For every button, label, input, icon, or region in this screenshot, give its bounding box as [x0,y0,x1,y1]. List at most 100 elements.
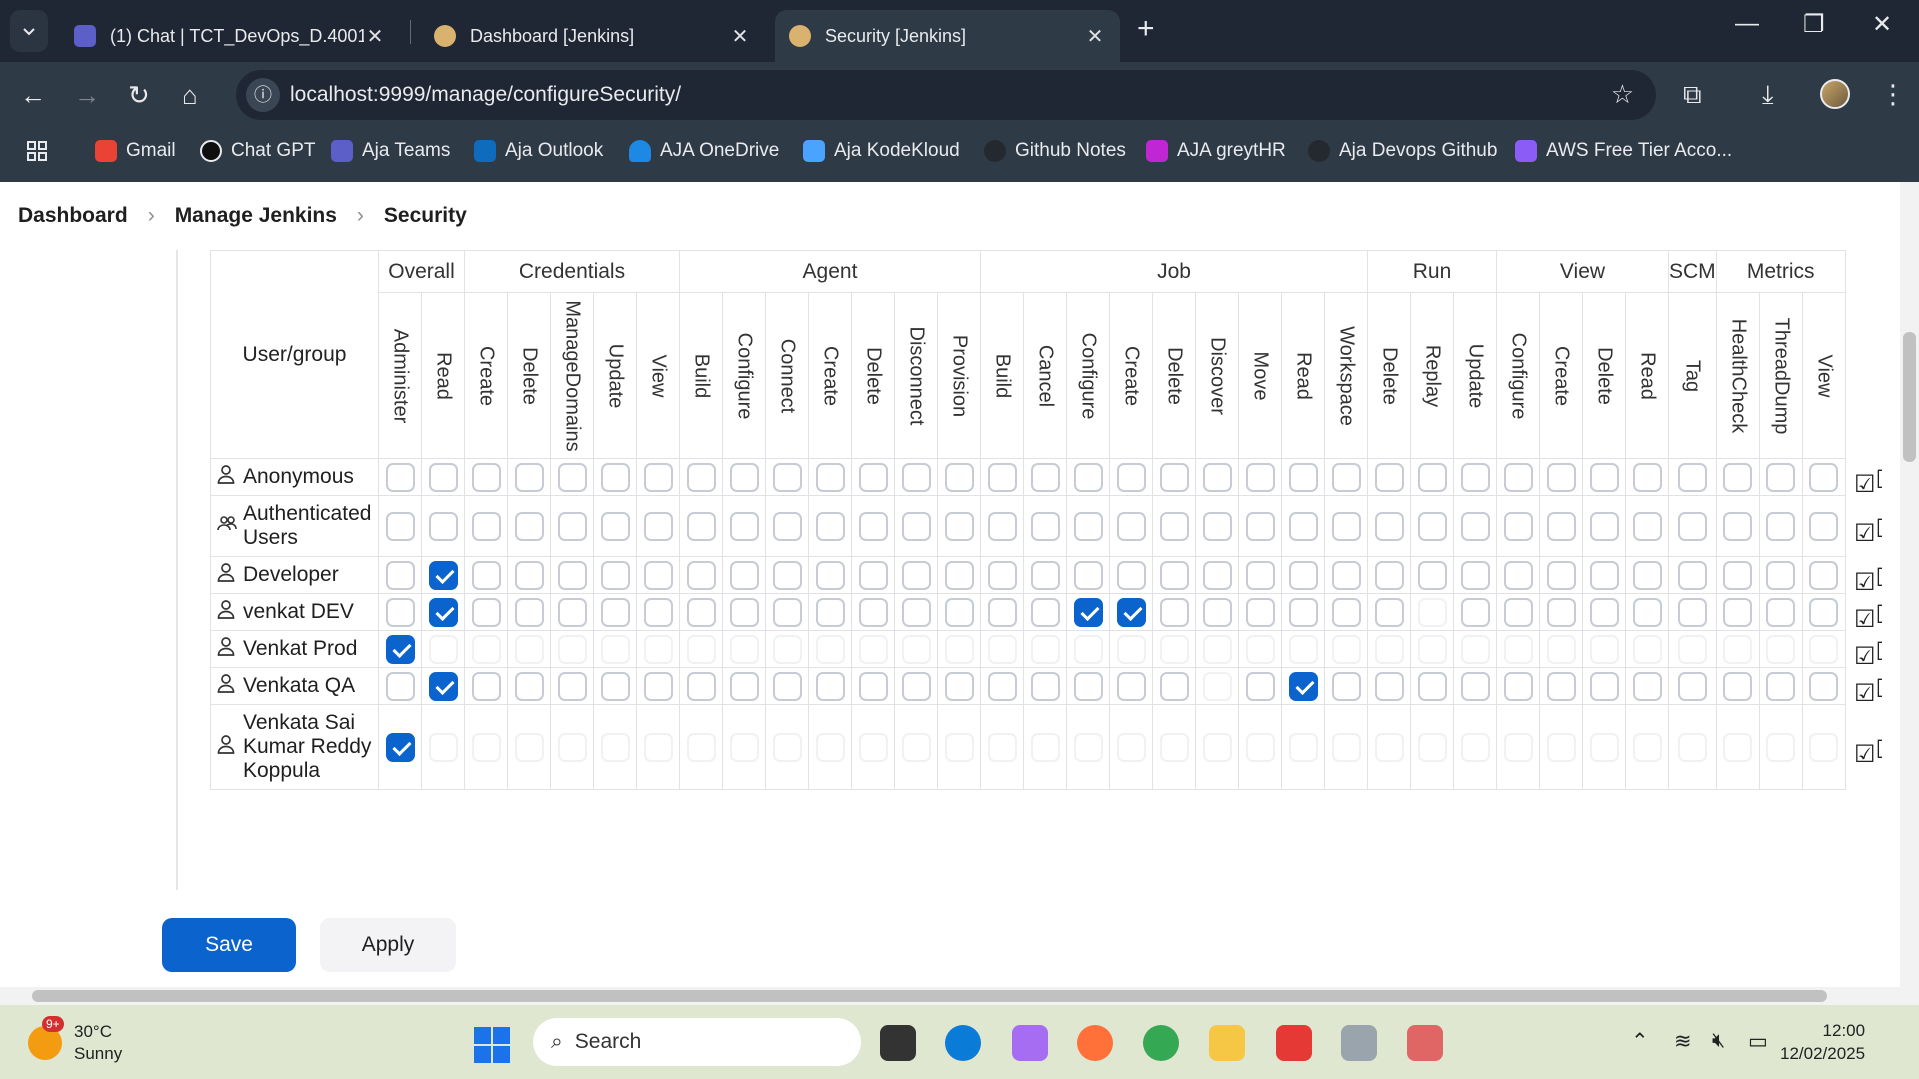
select-all-icon[interactable]: ☑ [1854,569,1876,596]
select-all-icon[interactable]: ☑ [1854,471,1876,498]
copilot-icon[interactable] [1012,1025,1048,1061]
reload-button[interactable]: ↻ [128,80,150,111]
permission-checkbox[interactable] [514,732,544,762]
permission-checkbox[interactable] [1460,560,1490,590]
permission-checkbox[interactable] [1766,597,1796,627]
permission-checkbox[interactable] [1809,597,1839,627]
permission-checkbox[interactable] [1331,462,1361,492]
permission-checkbox[interactable] [1677,560,1707,590]
permission-checkbox[interactable] [1460,462,1490,492]
window-close-button[interactable]: ✕ [1872,10,1892,39]
permission-checkbox[interactable] [987,732,1017,762]
profile-avatar[interactable] [1820,79,1850,109]
permission-checkbox[interactable] [557,597,587,627]
permission-checkbox[interactable] [1202,597,1232,627]
permission-checkbox[interactable] [1288,671,1318,701]
permission-checkbox[interactable] [815,597,845,627]
permission-checkbox[interactable] [1589,511,1619,541]
permission-checkbox[interactable] [1159,560,1189,590]
permission-checkbox[interactable] [600,560,630,590]
permission-checkbox[interactable] [1073,634,1103,664]
permission-checkbox[interactable] [1503,462,1533,492]
wps-office-icon[interactable] [1276,1025,1312,1061]
permission-checkbox[interactable] [557,671,587,701]
permission-checkbox[interactable] [1723,511,1753,541]
permission-checkbox[interactable] [815,560,845,590]
permission-checkbox[interactable] [1245,671,1275,701]
permission-checkbox[interactable] [1030,671,1060,701]
permission-checkbox[interactable] [944,597,974,627]
permission-checkbox[interactable] [1245,634,1275,664]
permission-checkbox[interactable] [514,560,544,590]
edge-icon[interactable] [945,1025,981,1061]
permission-checkbox[interactable] [729,671,759,701]
permission-checkbox[interactable] [729,462,759,492]
permission-checkbox[interactable] [1589,671,1619,701]
address-bar[interactable]: ⓘ localhost:9999/manage/configureSecurit… [236,70,1656,120]
tab-dashboard-jenkins[interactable]: Dashboard [Jenkins] ✕ [420,10,765,62]
permission-checkbox[interactable] [1073,732,1103,762]
permission-checkbox[interactable] [1589,634,1619,664]
permission-checkbox[interactable] [1073,671,1103,701]
permission-checkbox[interactable] [1677,671,1707,701]
permission-checkbox[interactable] [944,462,974,492]
permission-checkbox[interactable] [901,560,931,590]
permission-checkbox[interactable] [1460,732,1490,762]
permission-checkbox[interactable] [1417,462,1447,492]
permission-checkbox[interactable] [1723,560,1753,590]
permission-checkbox[interactable] [1632,560,1662,590]
permission-checkbox[interactable] [385,462,415,492]
permission-checkbox[interactable] [901,671,931,701]
permission-checkbox[interactable] [471,462,501,492]
permission-checkbox[interactable] [1503,671,1533,701]
permission-checkbox[interactable] [1546,462,1576,492]
permission-checkbox[interactable] [1503,511,1533,541]
home-button[interactable]: ⌂ [182,80,198,111]
permission-checkbox[interactable] [1723,462,1753,492]
permission-checkbox[interactable] [772,732,802,762]
permission-checkbox[interactable] [1809,511,1839,541]
permission-checkbox[interactable] [1288,597,1318,627]
permission-checkbox[interactable] [1116,511,1146,541]
bookmark-aja-onedrive[interactable]: AJA OneDrive [629,140,779,162]
permission-checkbox[interactable] [385,634,415,664]
row-action-icons[interactable]: ☑▯ [1854,463,1882,499]
permission-checkbox[interactable] [1202,732,1232,762]
chevron-up-icon[interactable]: ⌃ [1631,1029,1649,1054]
permission-checkbox[interactable] [1159,732,1189,762]
permission-checkbox[interactable] [600,634,630,664]
permission-checkbox[interactable] [1116,560,1146,590]
restore-button[interactable]: ❐ [1803,10,1825,39]
permission-checkbox[interactable] [1202,511,1232,541]
permission-checkbox[interactable] [643,511,673,541]
permission-checkbox[interactable] [643,634,673,664]
minimize-button[interactable]: — [1735,10,1759,38]
permission-checkbox[interactable] [858,634,888,664]
permission-checkbox[interactable] [772,560,802,590]
task-view-icon[interactable] [880,1025,916,1061]
select-all-icon[interactable]: ☑ [1854,680,1876,707]
chrome-icon[interactable] [1143,1025,1179,1061]
permission-checkbox[interactable] [686,560,716,590]
permission-checkbox[interactable] [1723,732,1753,762]
bookmark-chatgpt[interactable]: Chat GPT [200,140,315,162]
permission-checkbox[interactable] [600,597,630,627]
permission-checkbox[interactable] [901,634,931,664]
permission-checkbox[interactable] [1073,560,1103,590]
permission-checkbox[interactable] [1589,732,1619,762]
permission-checkbox[interactable] [1073,511,1103,541]
select-all-icon[interactable]: ☑ [1854,643,1876,670]
permission-checkbox[interactable] [1116,732,1146,762]
permission-checkbox[interactable] [385,597,415,627]
permission-checkbox[interactable] [1245,560,1275,590]
select-all-icon[interactable]: ☑ [1854,606,1876,633]
permission-checkbox[interactable] [471,560,501,590]
permission-checkbox[interactable] [514,462,544,492]
permission-checkbox[interactable] [643,732,673,762]
url-text[interactable]: localhost:9999/manage/configureSecurity/ [290,83,681,107]
close-icon[interactable]: ✕ [364,24,386,49]
vertical-scrollbar[interactable] [1900,182,1919,987]
permission-checkbox[interactable] [858,560,888,590]
select-all-icon[interactable]: ☑ [1854,741,1876,768]
permission-checkbox[interactable] [557,511,587,541]
